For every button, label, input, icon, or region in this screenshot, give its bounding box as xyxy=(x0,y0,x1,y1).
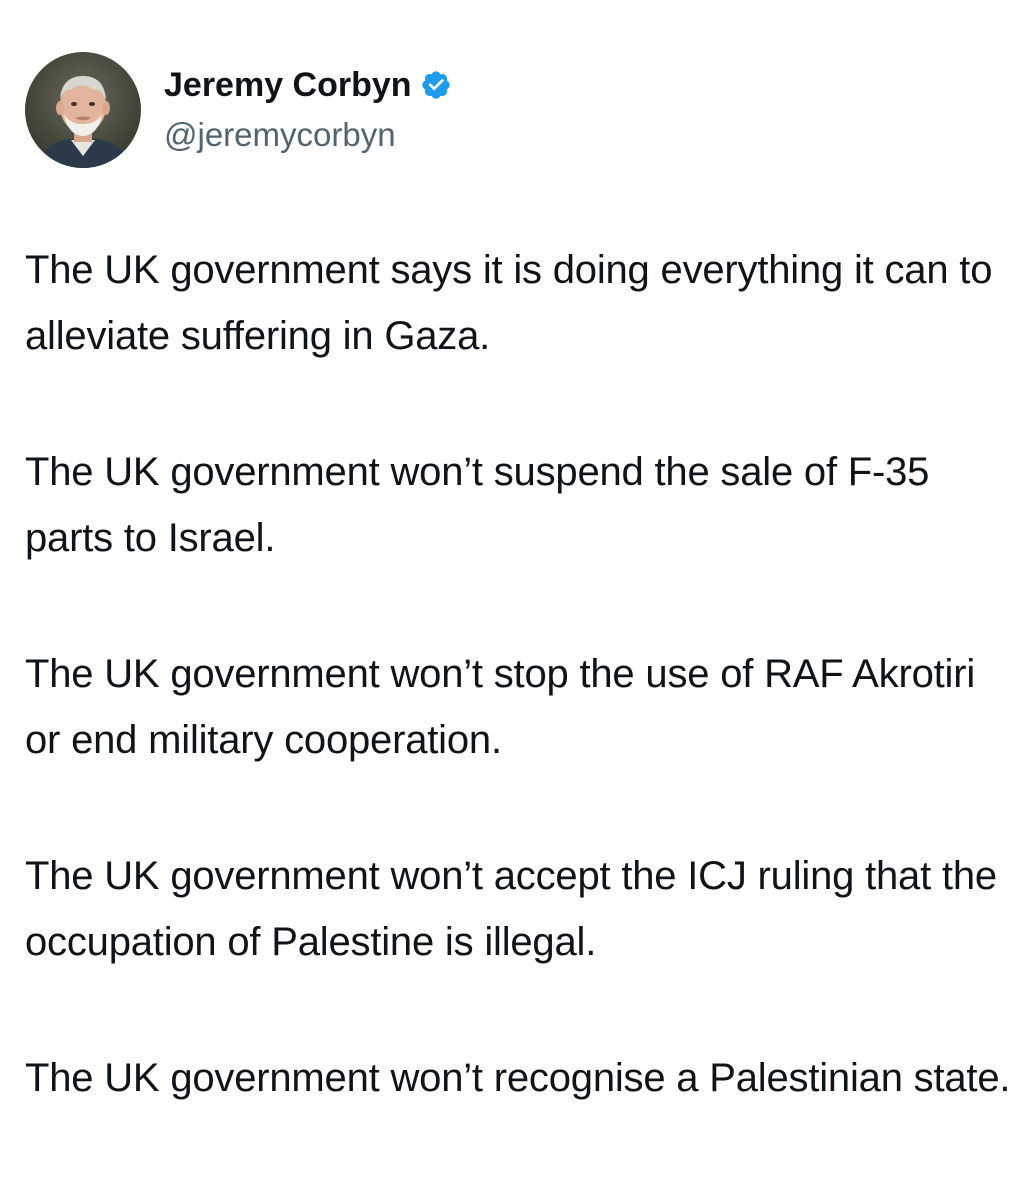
author-handle[interactable]: @jeremycorbyn xyxy=(164,112,452,158)
tweet-header: Jeremy Corbyn @jeremycorbyn xyxy=(25,52,452,168)
tweet-paragraph: The UK government won’t suspend the sale… xyxy=(25,450,930,560)
tweet-text: The UK government says it is doing every… xyxy=(25,237,1015,1111)
avatar-photo-icon xyxy=(25,52,141,168)
verified-badge-icon xyxy=(420,69,452,101)
tweet-paragraph: The UK government says it is doing every… xyxy=(25,248,993,358)
author-display-name[interactable]: Jeremy Corbyn xyxy=(164,62,412,108)
tweet-card: Jeremy Corbyn @jeremycorbyn The UK gover… xyxy=(0,0,1032,1200)
tweet-paragraph: The UK government won’t accept the ICJ r… xyxy=(25,854,997,964)
display-name-row: Jeremy Corbyn xyxy=(164,62,452,108)
author-names: Jeremy Corbyn @jeremycorbyn xyxy=(164,62,452,158)
tweet-paragraph: The UK government won’t stop the use of … xyxy=(25,652,976,762)
avatar[interactable] xyxy=(25,52,141,168)
tweet-paragraph: The UK government won’t recognise a Pale… xyxy=(25,1056,1011,1100)
